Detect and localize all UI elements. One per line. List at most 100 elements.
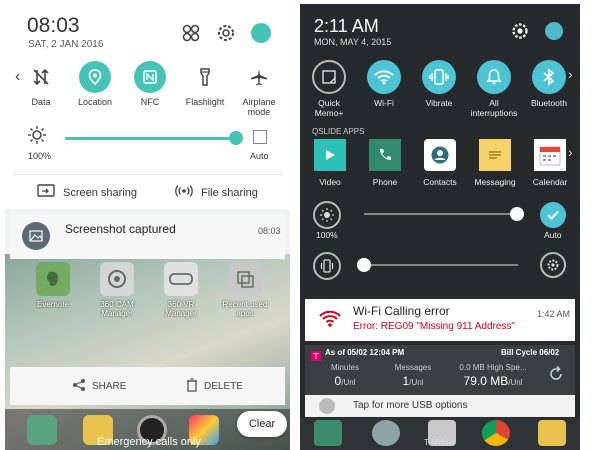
brightness-slider-track[interactable]: [364, 213, 518, 215]
user-avatar-icon[interactable]: [545, 22, 563, 40]
app-label: Calendar: [532, 177, 568, 187]
delete-button[interactable]: DELETE: [186, 378, 243, 395]
screenshot-notification[interactable]: Screenshot captured 08:03: [10, 212, 285, 259]
tile-data[interactable]: Data: [13, 61, 69, 107]
tile-quick-memo[interactable]: Quick Memo+: [304, 60, 354, 118]
auto-brightness-label: Auto: [544, 230, 562, 240]
file-sharing-label: File sharing: [201, 186, 258, 199]
data-label: 0.0 MB High Spe...: [459, 363, 527, 372]
phone-app-icon[interactable]: [314, 420, 342, 446]
tile-label: Vibrate: [425, 98, 453, 108]
brightness-slider-thumb[interactable]: [229, 131, 243, 145]
screen-sharing-label: Screen sharing: [63, 186, 137, 199]
messages-label: Messages: [394, 363, 432, 372]
app-label: 360 VR Manager: [165, 300, 197, 318]
usage-widget[interactable]: T As of 05/02 12:04 PM Bill Cycle 06/02 …: [305, 345, 575, 395]
brightness-slider-track[interactable]: [65, 137, 235, 140]
recent-apps-icon: [228, 262, 262, 296]
clock-date: SAT, 2 JAN 2016: [28, 39, 104, 50]
phone-app-icon[interactable]: [27, 415, 57, 445]
volume-slider-track[interactable]: [364, 264, 518, 266]
wifi-calling-error-text: Error: REG09 "Missing 911 Address": [353, 321, 515, 332]
app-evernote[interactable]: Evernote: [27, 262, 79, 309]
divider: [13, 174, 283, 175]
vr-headset-icon: [164, 262, 198, 296]
tile-label: Location: [77, 97, 113, 107]
qslide-phone[interactable]: Phone: [359, 139, 411, 187]
usage-messages: Messages 1/Unl: [383, 363, 443, 388]
brightness-slider-thumb[interactable]: [510, 207, 524, 221]
app-label: 360 CAM Manager: [100, 300, 134, 318]
clear-button[interactable]: Clear: [237, 411, 287, 437]
gear-icon[interactable]: [510, 21, 530, 46]
qslide-video[interactable]: Video: [304, 139, 356, 187]
brightness-icon: [313, 201, 341, 229]
tile-all-interruptions[interactable]: All interruptions: [469, 60, 519, 118]
tile-airplane[interactable]: Airplane mode: [231, 61, 287, 117]
tile-label: Data: [31, 97, 51, 107]
refresh-icon[interactable]: [547, 365, 565, 388]
share-icon: [72, 378, 86, 395]
quick-memo-icon: [312, 60, 346, 94]
edit-tiles-icon[interactable]: [180, 22, 202, 44]
chevron-right-icon[interactable]: ›: [568, 66, 573, 82]
app-recent-used[interactable]: Recent used apps: [219, 262, 271, 318]
vibrate-icon[interactable]: [313, 252, 341, 280]
sound-settings-gear-icon[interactable]: [540, 252, 566, 278]
wifi-icon: [367, 60, 401, 94]
user-avatar-icon[interactable]: [251, 23, 271, 43]
carrier-label: T-Mobile: [424, 438, 455, 447]
messages-unit: /Unl: [409, 378, 424, 387]
file-sharing-icon: [175, 184, 193, 201]
data-value: 79.0 MB: [463, 374, 509, 388]
minutes-label: Minutes: [330, 363, 359, 372]
tile-nfc[interactable]: NFC: [122, 61, 178, 107]
share-button[interactable]: SHARE: [72, 378, 126, 395]
chevron-right-icon[interactable]: ›: [568, 144, 573, 160]
volume-slider-thumb[interactable]: [357, 258, 371, 272]
video-icon: [314, 139, 346, 171]
tile-bluetooth[interactable]: Bluetooth: [524, 60, 574, 108]
evernote-icon: [36, 262, 70, 296]
notification-title: Screenshot captured: [65, 222, 176, 236]
tile-location[interactable]: Location: [67, 61, 123, 107]
gear-icon[interactable]: [215, 22, 237, 44]
notification-actions-bar: SHARE DELETE: [10, 367, 285, 405]
location-icon: [79, 61, 111, 93]
tile-label: Airplane mode: [242, 97, 276, 117]
screen-sharing-icon: [37, 184, 55, 201]
contacts-app-icon[interactable]: [372, 420, 400, 446]
tile-label: Bluetooth: [531, 98, 567, 108]
tile-label: Quick Memo+: [314, 98, 344, 118]
bluetooth-icon: [532, 60, 566, 94]
app-360-vr-manager[interactable]: 360 VR Manager: [155, 262, 207, 318]
camera-aperture-icon: [100, 262, 134, 296]
trash-icon: [186, 378, 198, 395]
usage-minutes: Minutes 0/Unl: [319, 363, 371, 388]
delete-label: DELETE: [204, 381, 243, 392]
chrome-app-icon[interactable]: [482, 420, 510, 446]
auto-brightness-checkbox[interactable]: [253, 130, 267, 144]
app-360-cam-manager[interactable]: 360 CAM Manager: [91, 262, 143, 318]
file-sharing-button[interactable]: File sharing: [175, 184, 258, 201]
tile-flashlight[interactable]: Flashlight: [177, 61, 233, 107]
airplane-icon: [243, 61, 275, 93]
tile-vibrate[interactable]: Vibrate: [414, 60, 464, 108]
usb-options-notification[interactable]: Tap for more USB options: [305, 395, 575, 417]
emergency-calls-text: Emergency calls only: [97, 436, 201, 448]
tile-wifi[interactable]: Wi-Fi: [359, 60, 409, 108]
vibrate-icon: [422, 60, 456, 94]
tile-label: All interruptions: [470, 98, 518, 118]
wifi-calling-error-icon: [319, 309, 341, 334]
screen-sharing-button[interactable]: Screen sharing: [37, 184, 137, 201]
messaging-app-icon[interactable]: [538, 420, 566, 446]
check-icon[interactable]: [540, 202, 566, 228]
wifi-calling-notification[interactable]: Wi-Fi Calling error Error: REG09 "Missin…: [305, 299, 575, 341]
tile-label: Wi-Fi: [374, 98, 394, 108]
minutes-unit: /Unl: [341, 378, 356, 387]
contacts-icon: [424, 139, 456, 171]
left-phone-screen: 08:03 SAT, 2 JAN 2016 ‹ Data Location NF…: [5, 4, 290, 450]
qslide-contacts[interactable]: Contacts: [414, 139, 466, 187]
qslide-messaging[interactable]: Messaging: [469, 139, 521, 187]
clock-time: 2:11 AM: [314, 16, 379, 36]
